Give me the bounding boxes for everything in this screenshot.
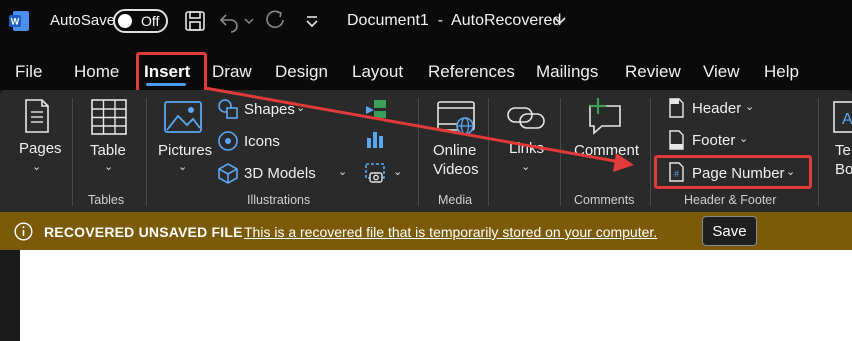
customize-icon[interactable] bbox=[300, 9, 324, 33]
shapes-button[interactable]: Shapes bbox=[244, 101, 295, 118]
undo-dropdown-icon[interactable] bbox=[242, 9, 256, 33]
tab-references[interactable]: References bbox=[428, 62, 515, 82]
smartart-icon[interactable] bbox=[364, 98, 388, 120]
undo-icon[interactable] bbox=[217, 9, 241, 33]
shapes-icon[interactable] bbox=[217, 98, 239, 120]
separator bbox=[560, 98, 561, 206]
infobar-message-link[interactable]: This is a recovered file that is tempora… bbox=[244, 224, 657, 240]
info-icon bbox=[14, 222, 33, 241]
group-label-illustrations: Illustrations bbox=[247, 193, 311, 207]
separator bbox=[72, 98, 73, 206]
tab-file[interactable]: File bbox=[15, 62, 42, 82]
toggle-state: Off bbox=[141, 13, 160, 29]
tab-view[interactable]: View bbox=[703, 62, 740, 82]
autosave-toggle[interactable]: Off bbox=[113, 9, 168, 33]
group-label-header-footer: Header & Footer bbox=[684, 193, 777, 207]
pages-icon[interactable] bbox=[22, 98, 52, 134]
chart-icon[interactable] bbox=[364, 128, 386, 150]
word-logo-icon[interactable]: W bbox=[8, 10, 30, 32]
text-box-line2[interactable]: Bo bbox=[835, 161, 852, 178]
pictures-chevron-icon[interactable]: ⌄ bbox=[178, 160, 187, 173]
screenshot-chevron-icon[interactable]: ⌄ bbox=[393, 165, 402, 178]
title-bar: W AutoSave Off Document1 - AutoRecovered bbox=[0, 0, 852, 44]
separator bbox=[818, 98, 819, 206]
icons-icon[interactable] bbox=[217, 130, 239, 152]
pages-button[interactable]: Pages bbox=[19, 140, 62, 157]
tab-design[interactable]: Design bbox=[275, 62, 328, 82]
footer-chevron-icon[interactable]: ⌄ bbox=[739, 132, 748, 145]
header-icon[interactable] bbox=[667, 98, 685, 118]
save-button[interactable]: Save bbox=[702, 216, 757, 246]
chevron-down-icon[interactable] bbox=[553, 14, 567, 28]
document-title[interactable]: Document1 - AutoRecovered bbox=[347, 12, 561, 30]
screenshot-icon[interactable] bbox=[364, 162, 388, 184]
table-icon[interactable] bbox=[90, 98, 128, 136]
online-videos-line2[interactable]: Videos bbox=[433, 161, 479, 178]
separator bbox=[418, 98, 419, 206]
tab-help[interactable]: Help bbox=[764, 62, 799, 82]
tab-draw[interactable]: Draw bbox=[212, 62, 252, 82]
separator bbox=[488, 98, 489, 206]
group-label-media: Media bbox=[438, 193, 473, 207]
footer-icon[interactable] bbox=[667, 130, 685, 150]
links-button[interactable]: Links bbox=[509, 140, 544, 157]
table-chevron-icon[interactable]: ⌄ bbox=[104, 160, 113, 173]
table-button[interactable]: Table bbox=[90, 142, 126, 159]
icons-button[interactable]: Icons bbox=[244, 133, 280, 150]
svg-text:A: A bbox=[842, 111, 852, 128]
page-number-highlight bbox=[654, 155, 812, 189]
separator bbox=[650, 98, 651, 206]
3d-models-button[interactable]: 3D Models bbox=[244, 165, 316, 182]
text-box-icon[interactable]: A bbox=[832, 100, 852, 136]
pages-chevron-icon[interactable]: ⌄ bbox=[32, 160, 41, 173]
3d-models-icon[interactable] bbox=[217, 162, 239, 184]
insert-tab-highlight bbox=[136, 52, 207, 95]
autosave-label: AutoSave bbox=[50, 12, 116, 29]
toggle-knob bbox=[118, 14, 132, 28]
group-label-comments: Comments bbox=[574, 193, 635, 207]
footer-button[interactable]: Footer bbox=[692, 132, 735, 149]
3d-models-chevron-icon[interactable]: ⌄ bbox=[338, 165, 347, 178]
save-icon[interactable] bbox=[183, 9, 207, 33]
text-box-line1[interactable]: Te bbox=[835, 142, 851, 159]
pictures-button[interactable]: Pictures bbox=[158, 142, 212, 159]
header-button[interactable]: Header bbox=[692, 100, 741, 117]
comment-icon[interactable] bbox=[584, 96, 626, 136]
header-chevron-icon[interactable]: ⌄ bbox=[745, 100, 754, 113]
online-videos-line1[interactable]: Online bbox=[433, 142, 476, 159]
tab-review[interactable]: Review bbox=[625, 62, 681, 82]
shapes-chevron-icon[interactable]: ⌄ bbox=[296, 101, 305, 114]
group-label-tables: Tables bbox=[88, 193, 125, 207]
pictures-icon[interactable] bbox=[163, 100, 203, 134]
svg-text:W: W bbox=[11, 17, 20, 27]
links-chevron-icon[interactable]: ⌄ bbox=[521, 160, 530, 173]
infobar-title: RECOVERED UNSAVED FILE bbox=[44, 224, 243, 240]
tab-mailings[interactable]: Mailings bbox=[536, 62, 598, 82]
comment-button[interactable]: Comment bbox=[574, 142, 639, 159]
separator bbox=[146, 98, 147, 206]
tab-layout[interactable]: Layout bbox=[352, 62, 403, 82]
document-page[interactable] bbox=[20, 250, 852, 341]
online-videos-icon[interactable] bbox=[436, 100, 478, 136]
tab-home[interactable]: Home bbox=[74, 62, 119, 82]
links-icon[interactable] bbox=[506, 100, 546, 134]
redo-icon[interactable] bbox=[263, 9, 287, 33]
